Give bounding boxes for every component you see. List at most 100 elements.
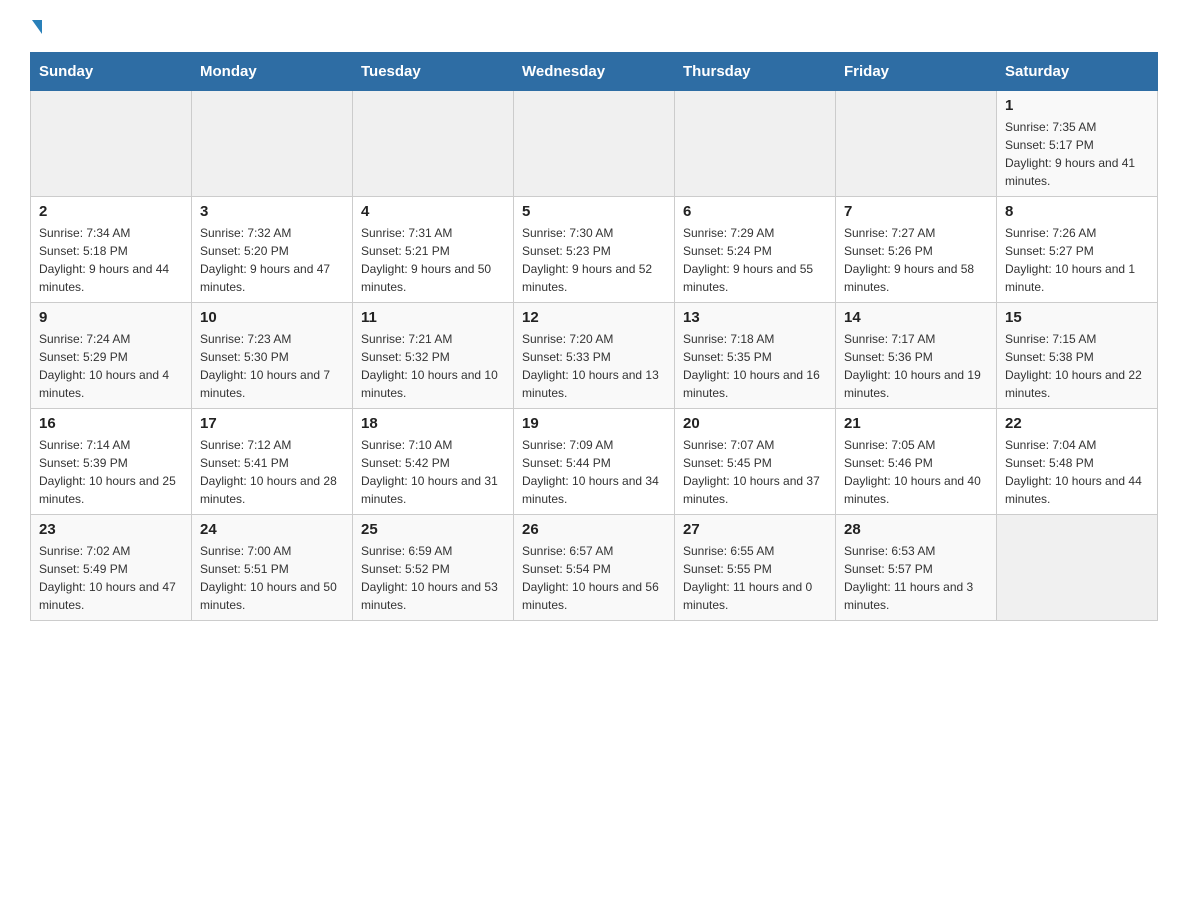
weekday-header-monday: Monday <box>192 53 353 91</box>
day-info: Sunrise: 7:05 AMSunset: 5:46 PMDaylight:… <box>844 436 988 508</box>
day-number: 9 <box>39 309 183 326</box>
day-number: 19 <box>522 415 666 432</box>
day-info: Sunrise: 7:32 AMSunset: 5:20 PMDaylight:… <box>200 224 344 296</box>
calendar-cell: 3 Sunrise: 7:32 AMSunset: 5:20 PMDaylight… <box>192 197 353 303</box>
day-info: Sunrise: 6:59 AMSunset: 5:52 PMDaylight:… <box>361 542 505 614</box>
calendar-table: SundayMondayTuesdayWednesdayThursdayFrid… <box>30 52 1158 621</box>
day-number: 21 <box>844 415 988 432</box>
calendar-week-row: 2 Sunrise: 7:34 AMSunset: 5:18 PMDaylight… <box>31 197 1158 303</box>
calendar-cell: 8 Sunrise: 7:26 AMSunset: 5:27 PMDaylight… <box>997 197 1158 303</box>
day-info: Sunrise: 7:02 AMSunset: 5:49 PMDaylight:… <box>39 542 183 614</box>
calendar-body: 1 Sunrise: 7:35 AMSunset: 5:17 PMDaylight… <box>31 91 1158 621</box>
calendar-cell: 19 Sunrise: 7:09 AMSunset: 5:44 PMDayligh… <box>514 409 675 515</box>
calendar-cell <box>31 91 192 197</box>
day-info: Sunrise: 7:27 AMSunset: 5:26 PMDaylight:… <box>844 224 988 296</box>
day-number: 16 <box>39 415 183 432</box>
day-info: Sunrise: 7:07 AMSunset: 5:45 PMDaylight:… <box>683 436 827 508</box>
day-info: Sunrise: 7:18 AMSunset: 5:35 PMDaylight:… <box>683 330 827 402</box>
page-header <box>30 20 1158 34</box>
calendar-cell: 26 Sunrise: 6:57 AMSunset: 5:54 PMDayligh… <box>514 515 675 621</box>
day-info: Sunrise: 6:53 AMSunset: 5:57 PMDaylight:… <box>844 542 988 614</box>
day-number: 14 <box>844 309 988 326</box>
day-number: 24 <box>200 521 344 538</box>
day-info: Sunrise: 7:15 AMSunset: 5:38 PMDaylight:… <box>1005 330 1149 402</box>
calendar-header: SundayMondayTuesdayWednesdayThursdayFrid… <box>31 53 1158 91</box>
calendar-cell: 27 Sunrise: 6:55 AMSunset: 5:55 PMDayligh… <box>675 515 836 621</box>
day-info: Sunrise: 7:26 AMSunset: 5:27 PMDaylight:… <box>1005 224 1149 296</box>
weekday-header-friday: Friday <box>836 53 997 91</box>
calendar-cell: 11 Sunrise: 7:21 AMSunset: 5:32 PMDayligh… <box>353 303 514 409</box>
day-info: Sunrise: 7:14 AMSunset: 5:39 PMDaylight:… <box>39 436 183 508</box>
calendar-cell: 16 Sunrise: 7:14 AMSunset: 5:39 PMDayligh… <box>31 409 192 515</box>
day-info: Sunrise: 7:21 AMSunset: 5:32 PMDaylight:… <box>361 330 505 402</box>
day-number: 6 <box>683 203 827 220</box>
day-info: Sunrise: 7:04 AMSunset: 5:48 PMDaylight:… <box>1005 436 1149 508</box>
day-number: 8 <box>1005 203 1149 220</box>
day-number: 7 <box>844 203 988 220</box>
day-number: 3 <box>200 203 344 220</box>
calendar-cell: 4Sunrise: 7:31 AMSunset: 5:21 PMDaylight… <box>353 197 514 303</box>
calendar-cell: 14 Sunrise: 7:17 AMSunset: 5:36 PMDayligh… <box>836 303 997 409</box>
day-number: 18 <box>361 415 505 432</box>
calendar-cell: 15 Sunrise: 7:15 AMSunset: 5:38 PMDayligh… <box>997 303 1158 409</box>
calendar-cell <box>514 91 675 197</box>
day-number: 28 <box>844 521 988 538</box>
calendar-cell: 1 Sunrise: 7:35 AMSunset: 5:17 PMDaylight… <box>997 91 1158 197</box>
calendar-week-row: 23 Sunrise: 7:02 AMSunset: 5:49 PMDayligh… <box>31 515 1158 621</box>
day-number: 27 <box>683 521 827 538</box>
day-number: 25 <box>361 521 505 538</box>
day-info: Sunrise: 7:35 AMSunset: 5:17 PMDaylight:… <box>1005 118 1149 190</box>
day-number: 1 <box>1005 97 1149 114</box>
day-number: 5 <box>522 203 666 220</box>
day-number: 13 <box>683 309 827 326</box>
weekday-header-sunday: Sunday <box>31 53 192 91</box>
day-info: Sunrise: 6:57 AMSunset: 5:54 PMDaylight:… <box>522 542 666 614</box>
day-info: Sunrise: 7:29 AMSunset: 5:24 PMDaylight:… <box>683 224 827 296</box>
day-number: 10 <box>200 309 344 326</box>
calendar-cell: 12 Sunrise: 7:20 AMSunset: 5:33 PMDayligh… <box>514 303 675 409</box>
logo <box>30 20 42 34</box>
day-info: Sunrise: 7:30 AMSunset: 5:23 PMDaylight:… <box>522 224 666 296</box>
day-number: 23 <box>39 521 183 538</box>
calendar-cell <box>192 91 353 197</box>
day-info: Sunrise: 7:09 AMSunset: 5:44 PMDaylight:… <box>522 436 666 508</box>
calendar-cell: 20 Sunrise: 7:07 AMSunset: 5:45 PMDayligh… <box>675 409 836 515</box>
day-info: Sunrise: 7:00 AMSunset: 5:51 PMDaylight:… <box>200 542 344 614</box>
calendar-cell: 5 Sunrise: 7:30 AMSunset: 5:23 PMDaylight… <box>514 197 675 303</box>
calendar-cell: 6 Sunrise: 7:29 AMSunset: 5:24 PMDaylight… <box>675 197 836 303</box>
day-number: 22 <box>1005 415 1149 432</box>
day-number: 15 <box>1005 309 1149 326</box>
calendar-cell: 22 Sunrise: 7:04 AMSunset: 5:48 PMDayligh… <box>997 409 1158 515</box>
day-info: Sunrise: 7:17 AMSunset: 5:36 PMDaylight:… <box>844 330 988 402</box>
weekday-header-tuesday: Tuesday <box>353 53 514 91</box>
day-number: 20 <box>683 415 827 432</box>
calendar-week-row: 9 Sunrise: 7:24 AMSunset: 5:29 PMDaylight… <box>31 303 1158 409</box>
calendar-cell: 18 Sunrise: 7:10 AMSunset: 5:42 PMDayligh… <box>353 409 514 515</box>
calendar-cell <box>353 91 514 197</box>
day-info: Sunrise: 7:10 AMSunset: 5:42 PMDaylight:… <box>361 436 505 508</box>
day-info: Sunrise: 7:23 AMSunset: 5:30 PMDaylight:… <box>200 330 344 402</box>
day-number: 26 <box>522 521 666 538</box>
day-info: Sunrise: 7:12 AMSunset: 5:41 PMDaylight:… <box>200 436 344 508</box>
calendar-cell: 28 Sunrise: 6:53 AMSunset: 5:57 PMDayligh… <box>836 515 997 621</box>
calendar-cell: 24 Sunrise: 7:00 AMSunset: 5:51 PMDayligh… <box>192 515 353 621</box>
day-number: 17 <box>200 415 344 432</box>
calendar-cell: 21 Sunrise: 7:05 AMSunset: 5:46 PMDayligh… <box>836 409 997 515</box>
calendar-cell: 17 Sunrise: 7:12 AMSunset: 5:41 PMDayligh… <box>192 409 353 515</box>
weekday-header-saturday: Saturday <box>997 53 1158 91</box>
day-info: Sunrise: 7:20 AMSunset: 5:33 PMDaylight:… <box>522 330 666 402</box>
day-number: 12 <box>522 309 666 326</box>
day-number: 2 <box>39 203 183 220</box>
day-info: Sunrise: 6:55 AMSunset: 5:55 PMDaylight:… <box>683 542 827 614</box>
weekday-header-wednesday: Wednesday <box>514 53 675 91</box>
calendar-cell: 7 Sunrise: 7:27 AMSunset: 5:26 PMDaylight… <box>836 197 997 303</box>
day-info: Sunrise: 7:24 AMSunset: 5:29 PMDaylight:… <box>39 330 183 402</box>
calendar-cell <box>836 91 997 197</box>
weekday-header-thursday: Thursday <box>675 53 836 91</box>
day-number: 4 <box>361 203 505 220</box>
day-number: 11 <box>361 309 505 326</box>
calendar-cell: 9 Sunrise: 7:24 AMSunset: 5:29 PMDaylight… <box>31 303 192 409</box>
calendar-cell: 10 Sunrise: 7:23 AMSunset: 5:30 PMDayligh… <box>192 303 353 409</box>
calendar-cell <box>675 91 836 197</box>
day-info: Sunrise: 7:34 AMSunset: 5:18 PMDaylight:… <box>39 224 183 296</box>
